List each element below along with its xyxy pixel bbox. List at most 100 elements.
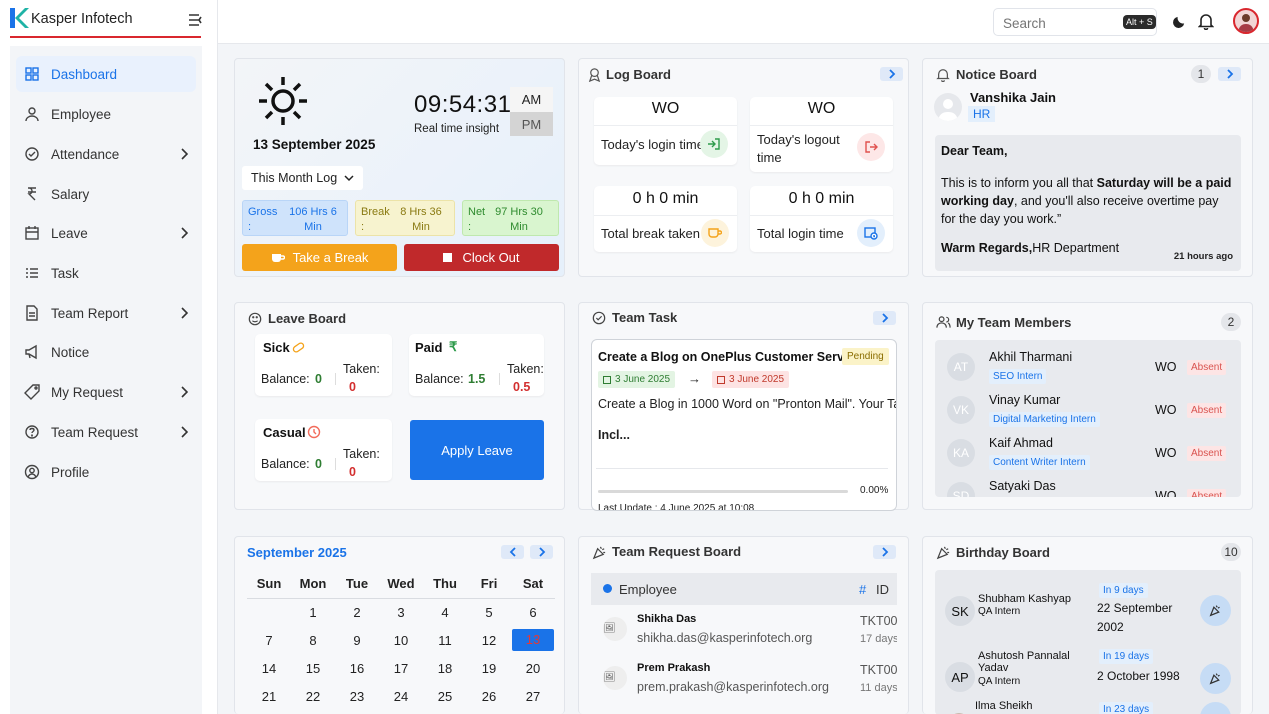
user-dot-icon bbox=[603, 584, 612, 593]
calendar-day[interactable]: 23 bbox=[335, 682, 379, 710]
task-check-icon bbox=[592, 311, 606, 325]
sidebar-item-label: Notice bbox=[51, 344, 90, 360]
calendar-day[interactable]: 3 bbox=[379, 598, 423, 626]
break-label: Break : bbox=[361, 206, 390, 233]
calendar-day[interactable]: 2 bbox=[335, 598, 379, 626]
wish-party-icon[interactable] bbox=[1200, 663, 1231, 694]
search-input[interactable] bbox=[1003, 14, 1113, 32]
tag-icon bbox=[24, 384, 40, 400]
chevron-right-icon bbox=[180, 386, 188, 398]
sidebar-item-team-request[interactable]: Team Request bbox=[16, 414, 196, 450]
birthday-avatar: AP bbox=[945, 662, 975, 692]
cup-icon bbox=[701, 219, 729, 247]
calendar-day-today[interactable]: 13 bbox=[511, 626, 555, 654]
gross-hours-box: Gross : 106 Hrs 6 Min bbox=[242, 200, 348, 236]
casual-balance-label: Balance: bbox=[261, 457, 310, 471]
calendar-day[interactable]: 18 bbox=[423, 654, 467, 682]
sidebar-item-my-request[interactable]: My Request bbox=[16, 374, 196, 410]
apply-leave-button[interactable]: Apply Leave bbox=[410, 420, 544, 480]
calendar-day[interactable]: 10 bbox=[379, 626, 423, 654]
task-description-more: Incl... bbox=[598, 428, 630, 442]
birthday-row[interactable]: AP Ashutosh Pannalal Yadav QA Intern In … bbox=[935, 646, 1241, 702]
task-card[interactable]: Create a Blog on OnePlus Customer Servic… bbox=[591, 339, 897, 511]
sidebar-item-label: Team Report bbox=[51, 305, 129, 321]
team-member-row[interactable]: SD Satyaki Das WO Absent bbox=[935, 474, 1241, 497]
sidebar-item-dashboard[interactable]: Dashboard bbox=[16, 56, 196, 92]
calendar-prev-button[interactable] bbox=[501, 545, 524, 559]
calendar-day[interactable]: 20 bbox=[511, 654, 555, 682]
bell-icon[interactable] bbox=[1198, 12, 1214, 30]
clock-out-button[interactable]: Clock Out bbox=[404, 244, 559, 271]
regards-bold: Warm Regards, bbox=[941, 241, 1033, 255]
sidebar-item-salary[interactable]: Salary bbox=[16, 176, 196, 212]
period-select[interactable]: This Month Log bbox=[242, 166, 363, 190]
casual-leave-name: Casual bbox=[263, 425, 306, 440]
calendar-day[interactable]: 25 bbox=[423, 682, 467, 710]
calendar-day[interactable]: 22 bbox=[291, 682, 335, 710]
am-toggle[interactable]: AM bbox=[510, 87, 553, 112]
sidebar-item-task[interactable]: Task bbox=[16, 255, 196, 291]
calendar-day[interactable]: 4 bbox=[423, 598, 467, 626]
sidebar-item-employee[interactable]: Employee bbox=[16, 96, 196, 132]
money-icon bbox=[24, 186, 40, 202]
calendar-day[interactable]: 21 bbox=[247, 682, 291, 710]
sidebar-item-notice[interactable]: Notice bbox=[16, 334, 196, 370]
calendar-day[interactable]: 27 bbox=[511, 682, 555, 710]
calendar-day[interactable]: 24 bbox=[379, 682, 423, 710]
wish-party-icon[interactable] bbox=[1200, 595, 1231, 626]
pm-toggle[interactable]: PM bbox=[510, 112, 553, 136]
calendar-day[interactable]: 1 bbox=[291, 598, 335, 626]
log-board-next-button[interactable] bbox=[880, 67, 903, 81]
chevron-right-icon bbox=[180, 227, 188, 239]
search-box[interactable]: Alt + S bbox=[993, 8, 1157, 36]
team-member-row[interactable]: AT Akhil Tharmani SEO Intern WO Absent bbox=[935, 345, 1241, 387]
team-member-row[interactable]: VK Vinay Kumar Digital Marketing Intern … bbox=[935, 388, 1241, 430]
task-status-badge: Pending bbox=[842, 348, 889, 365]
logout-icon bbox=[857, 133, 885, 161]
calendar-day[interactable]: 5 bbox=[467, 598, 511, 626]
team-task-next-button[interactable] bbox=[873, 311, 896, 325]
birthday-row[interactable]: Ilma Sheikh In 23 days bbox=[935, 700, 1241, 714]
calendar-day[interactable]: 17 bbox=[379, 654, 423, 682]
calendar-day[interactable]: 16 bbox=[335, 654, 379, 682]
member-status: WO bbox=[1155, 489, 1177, 497]
table-row[interactable]: 🖼 Prem Prakash prem.prakash@kasperinfote… bbox=[591, 658, 897, 704]
calendar-day[interactable]: 7 bbox=[247, 626, 291, 654]
table-row[interactable]: 🖼 Shikha Das shikha.das@kasperinfotech.o… bbox=[591, 609, 897, 655]
calendar-day[interactable]: 8 bbox=[291, 626, 335, 654]
sidebar-item-profile[interactable]: Profile bbox=[16, 454, 196, 490]
sidebar-item-label: Dashboard bbox=[51, 66, 118, 82]
calendar-day[interactable]: 11 bbox=[423, 626, 467, 654]
calendar-day[interactable]: 12 bbox=[467, 626, 511, 654]
birthday-role: QA Intern bbox=[978, 676, 1021, 687]
calendar-day[interactable]: 15 bbox=[291, 654, 335, 682]
sidebar-item-label: Task bbox=[51, 265, 79, 281]
medal-icon bbox=[587, 67, 602, 82]
period-select-value: This Month Log bbox=[251, 171, 338, 185]
notice-next-button[interactable] bbox=[1218, 67, 1241, 81]
sidebar-item-leave[interactable]: Leave bbox=[16, 215, 196, 251]
calendar-day[interactable]: 19 bbox=[467, 654, 511, 682]
employee-avatar: 🖼 bbox=[603, 617, 627, 641]
team-member-row[interactable]: KA Kaif Ahmad Content Writer Intern WO A… bbox=[935, 431, 1241, 473]
calendar-next-button[interactable] bbox=[530, 545, 553, 559]
sidebar-item-team-report[interactable]: Team Report bbox=[16, 295, 196, 331]
wish-party-icon[interactable] bbox=[1200, 702, 1231, 714]
calendar-day[interactable]: 14 bbox=[247, 654, 291, 682]
dark-mode-icon[interactable] bbox=[1172, 14, 1187, 29]
leave-board: Leave Board Sick Balance: 0 Taken: 0 Pai… bbox=[234, 302, 565, 510]
sick-icon bbox=[292, 341, 305, 354]
calendar-day[interactable]: 26 bbox=[467, 682, 511, 710]
user-avatar[interactable] bbox=[1233, 8, 1259, 34]
task-progress-bar bbox=[598, 490, 848, 493]
menu-collapse-icon[interactable] bbox=[188, 13, 204, 27]
clock-out-label: Clock Out bbox=[462, 250, 520, 265]
team-request-next-button[interactable] bbox=[873, 545, 896, 559]
sidebar-item-attendance[interactable]: Attendance bbox=[16, 136, 196, 172]
birthday-row[interactable]: SK Shubham Kashyap QA Intern In 9 days 2… bbox=[935, 580, 1241, 636]
member-status: WO bbox=[1155, 360, 1177, 374]
take-break-button[interactable]: Take a Break bbox=[242, 244, 397, 271]
paid-taken-label: Taken: bbox=[507, 362, 544, 376]
calendar-day[interactable]: 6 bbox=[511, 598, 555, 626]
calendar-day[interactable]: 9 bbox=[335, 626, 379, 654]
